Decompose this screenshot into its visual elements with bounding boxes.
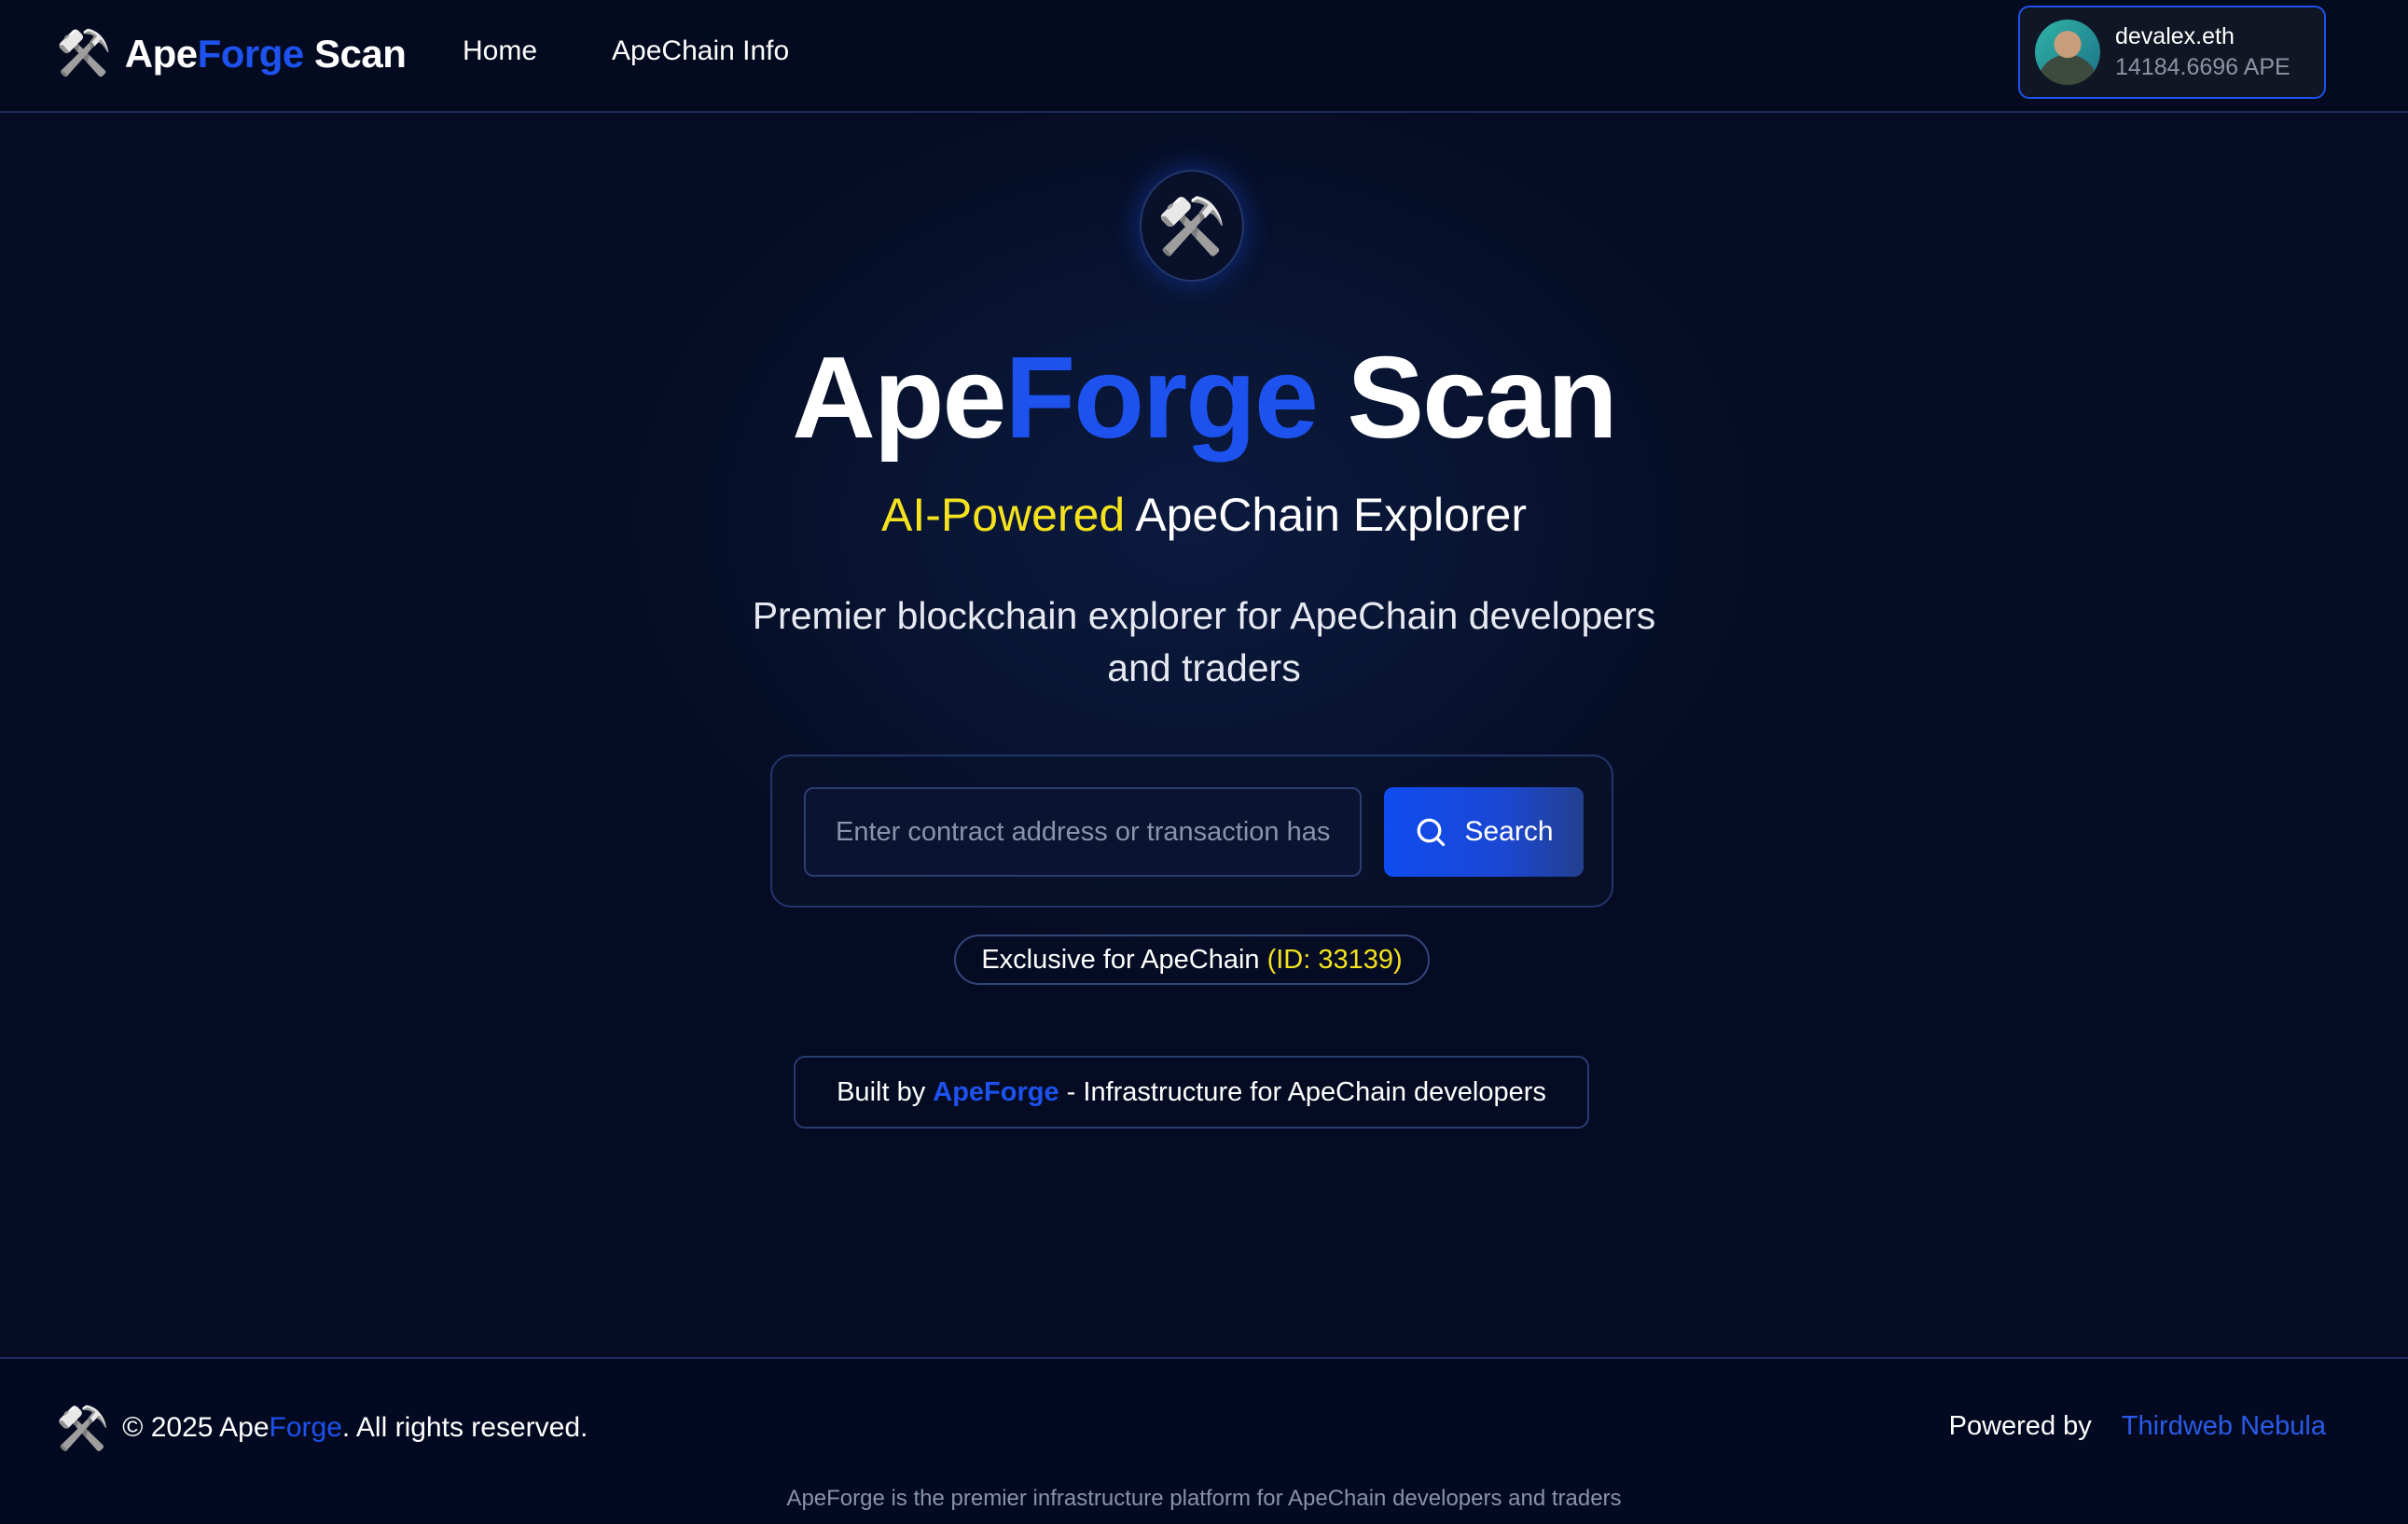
apeforge-link[interactable]: ApeForge — [933, 1077, 1059, 1108]
hero-logo: ⚒️ — [1140, 170, 1244, 282]
top-navbar: ⚒️ ApeForge Scan Home ApeChain Info deva… — [0, 0, 2408, 113]
nav-apechain-info-link[interactable]: ApeChain Info — [612, 35, 789, 67]
hammer-pick-icon: ⚒️ — [1156, 194, 1227, 257]
footer-powered-by: Powered by Thirdweb Nebula — [1949, 1411, 2326, 1442]
chain-id-badge: Exclusive for ApeChain (ID: 33139) — [954, 935, 1430, 985]
footer-copyright: ⚒️ © 2025 ApeForge. All rights reserved. — [56, 1404, 588, 1452]
hammer-pick-icon: ⚒️ — [56, 1404, 110, 1452]
wallet-name: devalex.eth — [2115, 23, 2235, 49]
wallet-button[interactable]: devalex.eth 14184.6696 APE — [2018, 6, 2326, 99]
page-description: Premier blockchain explorer for ApeChain… — [752, 594, 1656, 689]
search-panel: Search — [770, 755, 1613, 907]
hammer-pick-icon: ⚒️ — [56, 29, 112, 78]
wallet-info: devalex.eth 14184.6696 APE — [2115, 23, 2290, 81]
avatar — [2035, 20, 2100, 85]
search-button[interactable]: Search — [1384, 787, 1584, 877]
footer: ⚒️ © 2025 ApeForge. All rights reserved.… — [0, 1357, 2408, 1524]
wallet-balance: 14184.6696 APE — [2115, 54, 2290, 80]
page-title: ApeForge Scan — [792, 334, 1618, 463]
powered-by-label: Powered by — [1948, 1411, 2092, 1441]
search-input[interactable] — [804, 787, 1362, 877]
footer-note: ApeForge is the premier infrastructure p… — [786, 1486, 1622, 1511]
search-button-label: Search — [1464, 816, 1554, 847]
brand-logo[interactable]: ⚒️ ApeForge Scan — [56, 26, 407, 82]
brand-name: ApeForge Scan — [124, 32, 407, 76]
built-by-banner: Built by ApeForge - Infrastructure for A… — [794, 1056, 1589, 1129]
main-nav: Home ApeChain Info — [463, 35, 789, 67]
nav-home-link[interactable]: Home — [463, 35, 537, 67]
page-subtitle: AI-Powered ApeChain Explorer — [880, 489, 1528, 541]
thirdweb-nebula-link[interactable]: Thirdweb Nebula — [2122, 1411, 2326, 1442]
search-icon — [1418, 818, 1446, 847]
